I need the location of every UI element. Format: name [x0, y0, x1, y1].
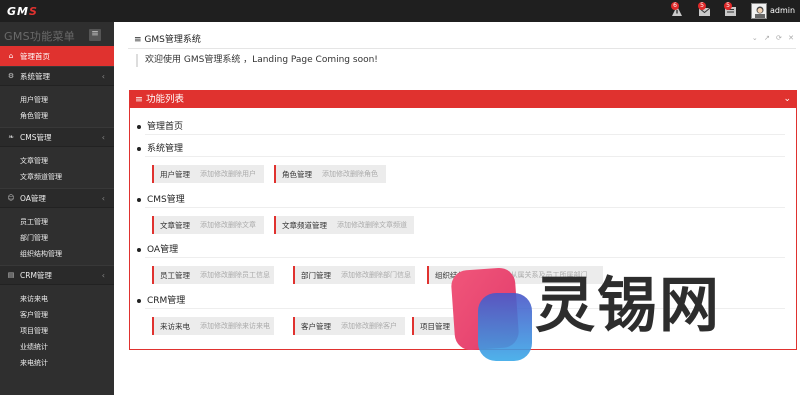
- message-badge: 5: [724, 2, 732, 10]
- users-icon: ☺: [7, 194, 15, 202]
- function-list-header[interactable]: ≡ 功能列表 ⌄: [130, 91, 796, 108]
- function-list-title: ≡ 功能列表: [135, 94, 184, 105]
- sidebar-subitem-article-channels[interactable]: 文章频道管理: [20, 172, 62, 182]
- sidebar-item-system[interactable]: ⚙ 系统管理 ‹: [0, 66, 114, 86]
- function-card[interactable]: 文章频道管理 添加修改删除文章频道: [274, 216, 414, 234]
- function-card[interactable]: 员工管理 添加修改删除员工信息: [152, 266, 274, 284]
- top-bar: G M S 6 5 5 admin: [0, 0, 800, 22]
- chevron-left-icon: ‹: [101, 72, 105, 81]
- section-title: CMS管理: [137, 192, 185, 205]
- sidebar-subitem-visits[interactable]: 来访来电: [20, 294, 48, 304]
- function-card[interactable]: 用户管理 添加修改删除用户: [152, 165, 264, 183]
- section-title: OA管理: [137, 242, 178, 255]
- sidebar-item-crm[interactable]: ▤ CRM管理 ‹: [0, 265, 114, 285]
- sidebar-item-cms[interactable]: ❧ CMS管理 ‹: [0, 127, 114, 147]
- sidebar-subitem-call-stats[interactable]: 来电统计: [20, 358, 48, 368]
- divider: [145, 156, 785, 157]
- page-title: ≡ GMS管理系统: [134, 35, 201, 45]
- home-icon: ⌂: [8, 52, 14, 60]
- alert-badge: 6: [671, 2, 679, 10]
- section-title: 管理首页: [137, 119, 183, 132]
- chevron-left-icon: ‹: [101, 271, 105, 280]
- avatar[interactable]: [751, 3, 767, 19]
- sidebar-item-label: CMS管理: [20, 132, 52, 142]
- chevron-down-icon[interactable]: ⌄: [783, 91, 791, 108]
- svg-text:S: S: [29, 5, 38, 18]
- gms-logo[interactable]: G M S: [6, 4, 66, 18]
- welcome-message: 欢迎使用 GMS管理系统 ，Landing Page Coming soon!: [136, 54, 378, 67]
- sidebar-subitem-employees[interactable]: 员工管理: [20, 217, 48, 227]
- divider: [145, 257, 785, 258]
- function-card[interactable]: 部门管理 添加修改删除部门信息: [293, 266, 415, 284]
- mail-badge: 5: [698, 2, 706, 10]
- function-card[interactable]: 客户管理 添加修改删除客户: [293, 317, 405, 335]
- message-icon[interactable]: 5: [723, 2, 739, 18]
- function-card[interactable]: 来访来电 添加修改删除来访来电: [152, 317, 274, 335]
- chevron-left-icon: ‹: [101, 133, 105, 142]
- svg-text:M: M: [17, 5, 29, 18]
- sidebar-toggle-button[interactable]: ≡: [89, 29, 101, 41]
- sidebar-item-oa[interactable]: ☺ OA管理 ‹: [0, 188, 114, 208]
- sidebar-item-label: OA管理: [20, 193, 46, 203]
- chevron-left-icon: ‹: [101, 194, 105, 203]
- sidebar-subitem-roles[interactable]: 角色管理: [20, 111, 48, 121]
- watermark-text: 灵锡网: [535, 271, 721, 341]
- sidebar-subitem-performance[interactable]: 业绩统计: [20, 342, 48, 352]
- card-icon: ▤: [7, 271, 15, 279]
- admin-name[interactable]: admin: [770, 6, 795, 15]
- function-card[interactable]: 文章管理 添加修改删除文章: [152, 216, 264, 234]
- sidebar-subitem-articles[interactable]: 文章管理: [20, 156, 48, 166]
- section-title: CRM管理: [137, 293, 185, 306]
- sidebar-item-label: 系统管理: [20, 71, 50, 81]
- mail-icon[interactable]: 5: [697, 2, 713, 18]
- sidebar-subitem-users[interactable]: 用户管理: [20, 95, 48, 105]
- divider: [145, 134, 785, 135]
- sidebar-subitem-projects[interactable]: 项目管理: [20, 326, 48, 336]
- divider: [128, 48, 796, 49]
- svg-text:G: G: [7, 5, 17, 18]
- panel-tools[interactable]: ⌄ ↗ ⟳ ✕: [752, 34, 796, 42]
- sidebar-subitem-departments[interactable]: 部门管理: [20, 233, 48, 243]
- gear-icon: ⚙: [7, 72, 15, 80]
- sidebar: GMS功能菜单 ≡ ⌂ 管理首页 ⚙ 系统管理 ‹ 用户管理 角色管理 ❧ CM…: [0, 22, 114, 395]
- sidebar-item-label: 管理首页: [20, 51, 50, 61]
- sidebar-subitem-org-structure[interactable]: 组织结构管理: [20, 249, 62, 259]
- section-title: 系统管理: [137, 141, 183, 154]
- sidebar-item-label: CRM管理: [20, 270, 52, 280]
- leaf-icon: ❧: [8, 133, 14, 141]
- divider: [145, 207, 785, 208]
- function-card[interactable]: 角色管理 添加修改删除角色: [274, 165, 386, 183]
- sidebar-item-home[interactable]: ⌂ 管理首页: [0, 46, 114, 66]
- sidebar-title: GMS功能菜单: [4, 30, 76, 43]
- alert-icon[interactable]: 6: [670, 2, 686, 18]
- sidebar-subitem-customers[interactable]: 客户管理: [20, 310, 48, 320]
